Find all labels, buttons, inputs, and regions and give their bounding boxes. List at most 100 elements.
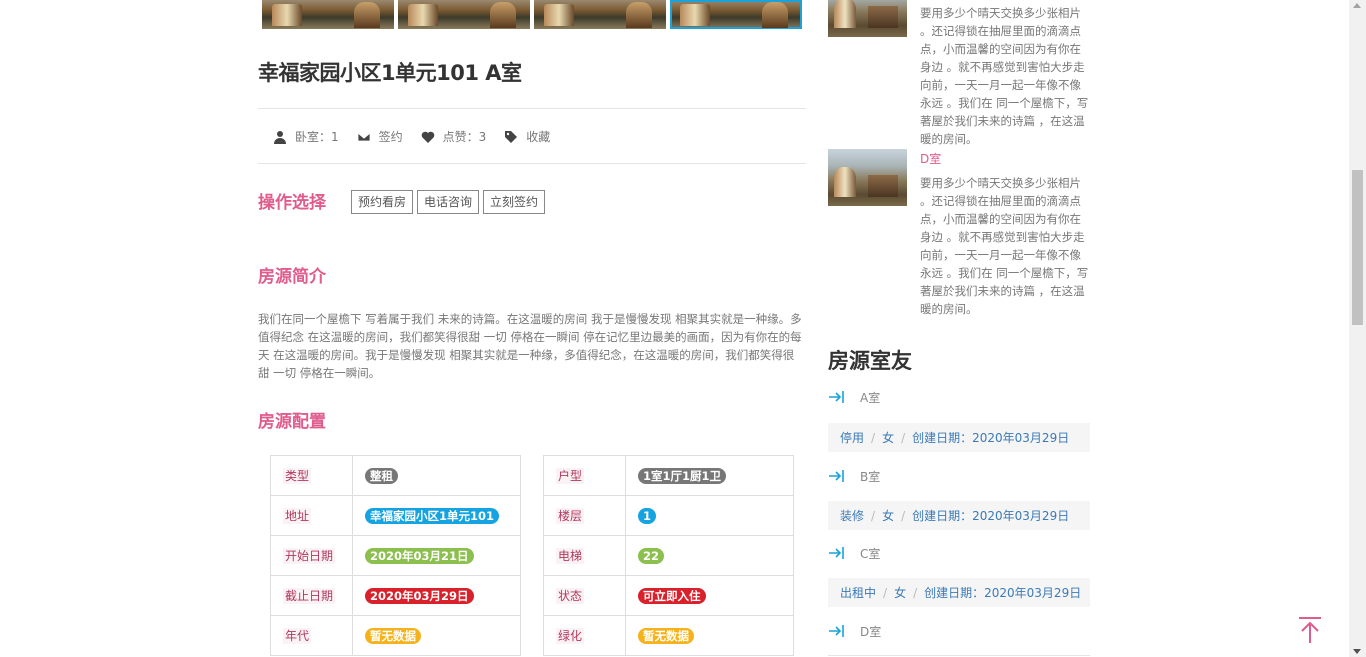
config-value-cell: 2020年03月21日 [352,535,521,576]
separator: / [871,508,876,523]
config-value-badge: 2020年03月29日 [365,587,474,604]
config-value-badge: 可立即入住 [638,587,706,604]
sign-now-button[interactable]: 立刻签约 [483,190,546,214]
intro-heading: 房源简介 [258,267,326,287]
gallery-thumbnail-4[interactable] [670,0,802,29]
gallery-thumbnail-2[interactable] [398,0,530,29]
room-description: 要用多少个晴天交换多少张相片 。还记得锁在抽屉里面的滴滴点点，小而温馨的空间因为… [920,176,1089,316]
config-value-badge: 2020年03月21日 [365,547,474,564]
roommate-item[interactable]: D室 [828,621,881,641]
sign-meta[interactable]: 签约 [357,128,403,145]
config-row: 绿化 暂无数据 [543,615,794,656]
config-key: 户型 [556,468,585,484]
bedroom-meta: 卧室：1 [273,128,339,145]
config-key-cell: 截止日期 [270,575,353,616]
envelope-icon [357,130,371,144]
config-key-cell: 开始日期 [270,535,353,576]
config-row: 户型 1室1厅1厨1卫 [543,455,794,496]
roommate-info: 停用 / 女 / 创建日期：2020年03月29日 [828,423,1090,452]
roommate-status[interactable]: 停用 [840,429,864,446]
gallery-thumbnail-1[interactable] [262,0,394,29]
roommate-created[interactable]: 创建日期：2020年03月29日 [912,429,1069,446]
back-to-top-button[interactable] [1297,616,1323,644]
roommate-status[interactable]: 装修 [840,507,864,524]
config-key: 地址 [283,508,312,524]
config-key: 电梯 [556,548,585,564]
config-table-left: 类型 整租地址 幸福家园小区1单元101 开始日期 2020年03月21日 截止日期 202… [270,455,521,656]
room-link-d[interactable]: D室 [920,150,941,167]
config-key: 楼层 [556,508,585,524]
config-key-cell: 类型 [270,455,353,496]
gallery-thumbnail-3[interactable] [534,0,666,29]
roommate-status[interactable]: 出租中 [840,584,876,601]
divider [828,655,1090,656]
config-key-cell: 地址 [270,495,353,536]
roommate-gender[interactable]: 女 [894,584,906,601]
arrow-right-to-bar-icon [828,624,846,638]
config-table-right: 户型 1室1厅1厨1卫 楼层 1 电梯 22 状态 可立即入住 绿化 暂无数据 [543,455,794,656]
config-row: 状态 可立即入住 [543,575,794,616]
roommate-room: C室 [860,546,881,561]
config-value-badge: 整租 [365,467,398,484]
roommates-heading: 房源室友 [828,349,912,373]
scroll-thumb[interactable] [1352,170,1363,325]
config-key: 绿化 [556,628,585,644]
room-description: 要用多少个晴天交换多少张相片 。还记得锁在抽屉里面的滴滴点点，小而温馨的空间因为… [920,6,1089,146]
roommate-info: 出租中 / 女 / 创建日期：2020年03月29日 [828,578,1090,607]
config-value-badge: 暂无数据 [638,627,694,644]
arrow-right-to-bar-icon [828,469,846,483]
roommate-gender[interactable]: 女 [882,507,894,524]
phone-consult-button[interactable]: 电话咨询 [417,190,480,214]
sign-label: 签约 [378,130,403,144]
config-value-badge: 1室1厅1厨1卫 [638,467,727,484]
likes-meta[interactable]: 点赞：3 [421,128,486,145]
scroll-up-arrow[interactable] [1353,3,1361,8]
config-row: 楼层 1 [543,495,794,536]
gallery-thumbnails [262,0,804,30]
room-thumbnail[interactable] [828,149,907,206]
config-key: 类型 [283,468,312,484]
scroll-down-arrow[interactable] [1353,649,1361,654]
divider [258,163,806,164]
config-key-cell: 楼层 [543,495,626,536]
config-value-cell: 1 [625,495,794,536]
arrow-up-icon [1299,617,1321,643]
config-key-cell: 绿化 [543,615,626,656]
roommate-created[interactable]: 创建日期：2020年03月29日 [924,584,1081,601]
arrow-right-to-bar-icon [828,390,846,404]
config-row: 地址 幸福家园小区1单元101 [270,495,521,536]
separator: / [913,585,918,600]
config-key: 开始日期 [283,548,336,564]
config-row: 截止日期 2020年03月29日 [270,575,521,616]
config-value-cell: 1室1厅1厨1卫 [625,455,794,496]
config-value-cell: 暂无数据 [625,615,794,656]
divider [258,108,806,109]
operations-buttons: 预约看房 电话咨询 立刻签约 [351,190,546,214]
config-row: 开始日期 2020年03月21日 [270,535,521,576]
vertical-scrollbar[interactable] [1349,0,1366,657]
config-row: 类型 整租 [270,455,521,496]
config-value-badge: 幸福家园小区1单元101 [365,507,500,524]
roommate-item[interactable]: A室 [828,387,880,407]
config-key: 年代 [283,628,312,644]
roommate-item[interactable]: B室 [828,466,880,486]
config-key-cell: 年代 [270,615,353,656]
config-value-cell: 2020年03月29日 [352,575,521,616]
bedroom-label: 卧室：1 [295,130,339,144]
config-key-cell: 户型 [543,455,626,496]
separator: / [883,585,888,600]
roommate-created[interactable]: 创建日期：2020年03月29日 [912,507,1069,524]
arrow-right-to-bar-icon [828,546,846,560]
roommate-item[interactable]: C室 [828,543,880,563]
roommate-room: A室 [860,390,881,405]
config-row: 年代 暂无数据 [270,615,521,656]
book-viewing-button[interactable]: 预约看房 [351,190,414,214]
config-value-badge: 暂无数据 [365,627,421,644]
roommate-room: B室 [860,469,881,484]
config-value-cell: 可立即入住 [625,575,794,616]
favorite-meta[interactable]: 收藏 [504,128,550,145]
separator: / [901,508,906,523]
config-value-badge: 1 [638,507,657,524]
room-thumbnail[interactable] [828,0,907,37]
roommate-gender[interactable]: 女 [882,429,894,446]
